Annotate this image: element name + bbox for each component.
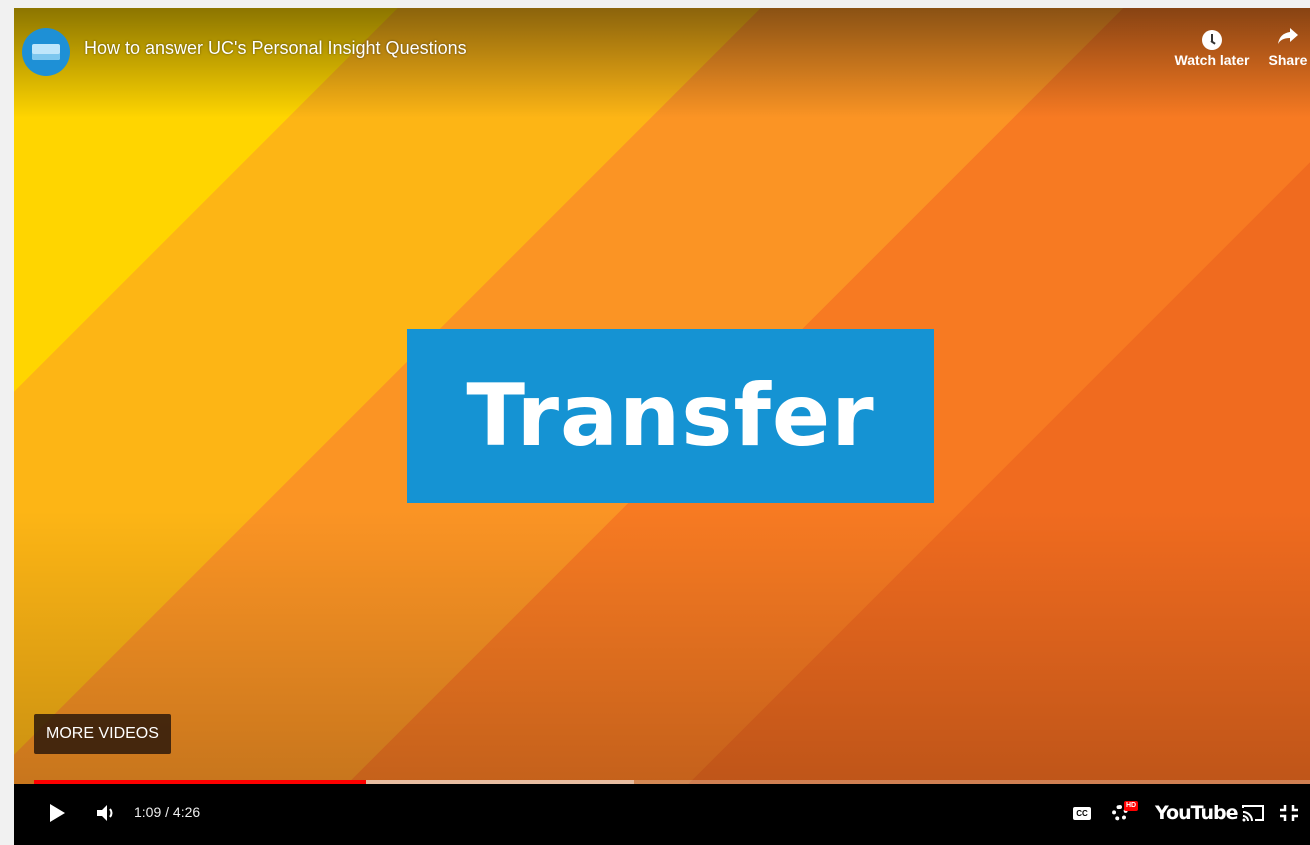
- share-button[interactable]: Share: [1266, 26, 1310, 68]
- video-title[interactable]: How to answer UC's Personal Insight Ques…: [84, 38, 467, 59]
- cc-icon: CC: [1073, 806, 1091, 820]
- top-gradient: [14, 8, 1310, 118]
- watch-later-label: Watch later: [1174, 52, 1250, 68]
- volume-icon[interactable]: [94, 800, 120, 826]
- transfer-title-card: Transfer: [407, 329, 934, 503]
- share-arrow-icon: [1266, 26, 1310, 52]
- play-icon[interactable]: [50, 804, 65, 822]
- more-videos-button[interactable]: MORE VIDEOS: [34, 714, 171, 754]
- control-bar: 1:09 / 4:26 CC HD YouTube: [14, 784, 1310, 845]
- exit-fullscreen-icon[interactable]: [1278, 799, 1302, 827]
- subtitles-button[interactable]: CC: [1072, 799, 1092, 827]
- clock-icon: [1170, 26, 1254, 52]
- video-player[interactable]: How to answer UC's Personal Insight Ques…: [14, 8, 1310, 845]
- settings-button[interactable]: HD: [1112, 799, 1146, 827]
- channel-avatar[interactable]: [22, 28, 70, 76]
- youtube-logo[interactable]: YouTube: [1155, 799, 1238, 827]
- time-display: 1:09 / 4:26: [134, 804, 201, 820]
- channel-logo-icon: [32, 44, 60, 60]
- share-label: Share: [1268, 52, 1308, 68]
- hd-badge: HD: [1124, 801, 1139, 811]
- watch-later-button[interactable]: Watch later: [1170, 26, 1254, 68]
- cast-icon[interactable]: [1241, 799, 1265, 827]
